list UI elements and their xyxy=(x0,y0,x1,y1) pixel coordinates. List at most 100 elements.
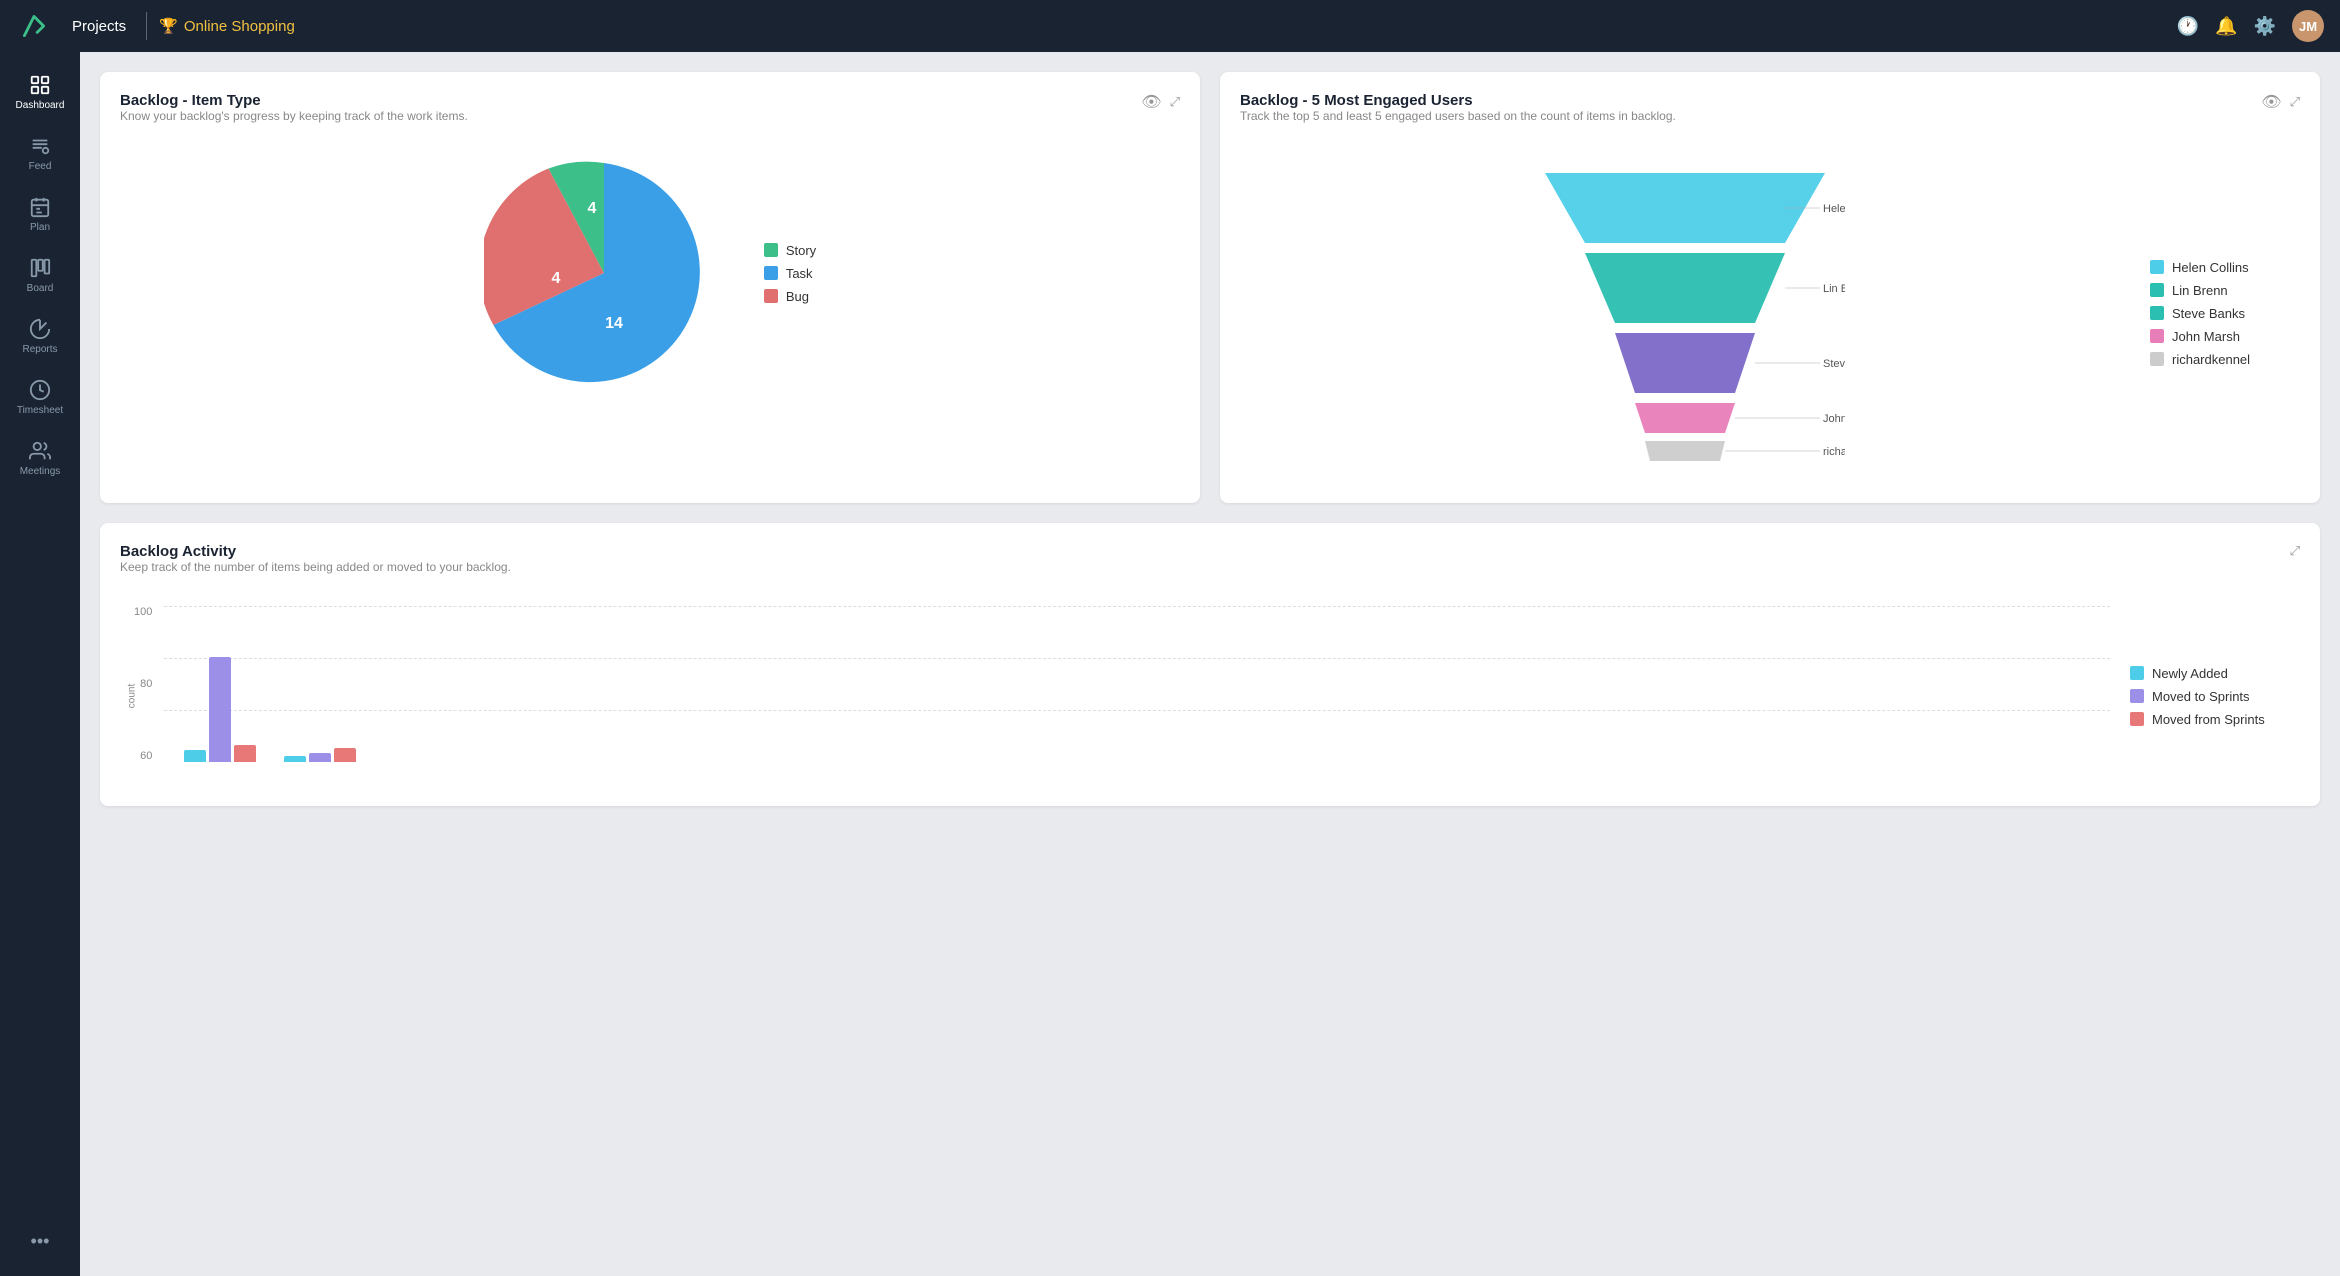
pie-legend: Story Task Bug xyxy=(764,243,816,304)
backlog-item-type-card: Backlog - Item Type Know your backlog's … xyxy=(100,72,1200,503)
card-actions-item-type: 👁 ⤢ xyxy=(1141,92,1180,112)
expand-icon[interactable]: ⤢ xyxy=(1170,94,1180,110)
main-layout: Dashboard Feed Plan Boa xyxy=(0,52,2340,1276)
svg-text:John Ma..: John Ma.. xyxy=(1823,413,1845,425)
john-color xyxy=(2150,329,2164,343)
sidebar-item-meetings[interactable]: Meetings xyxy=(0,430,80,487)
user-avatar[interactable]: JM xyxy=(2292,10,2324,42)
bell-icon[interactable]: 🔔 xyxy=(2215,16,2237,37)
card-actions-engaged: 👁 ⤢ xyxy=(2261,92,2300,112)
story-label: Story xyxy=(786,243,816,258)
pie-chart-container: 14 4 4 Story xyxy=(120,143,1180,403)
legend-story: Story xyxy=(764,243,816,258)
sidebar-feed-label: Feed xyxy=(29,161,52,172)
task-label: Task xyxy=(786,266,813,281)
moved-to-sprints-color xyxy=(2130,689,2144,703)
bar-chart-area: count 100 80 60 xyxy=(120,606,2110,786)
sidebar-item-timesheet[interactable]: Timesheet xyxy=(0,369,80,426)
projects-label[interactable]: Projects xyxy=(64,18,134,35)
project-icon: 🏆 xyxy=(159,17,178,35)
grid-area xyxy=(164,606,2110,762)
sidebar-item-feed[interactable]: Feed xyxy=(0,125,80,182)
sidebar-reports-label: Reports xyxy=(22,344,57,355)
sidebar-item-plan[interactable]: Plan xyxy=(0,186,80,243)
funnel-chart: Helen C.. Lin Brenn Steve B.. John Ma.. … xyxy=(1240,153,2130,473)
bar-newly-added-2 xyxy=(284,756,306,762)
sidebar-item-dashboard[interactable]: Dashboard xyxy=(0,64,80,121)
sidebar-meetings-label: Meetings xyxy=(20,466,61,477)
lin-color xyxy=(2150,283,2164,297)
y-label-80: 80 xyxy=(140,678,152,690)
clock-icon[interactable]: 🕐 xyxy=(2177,16,2199,37)
svg-text:Helen C..: Helen C.. xyxy=(1823,203,1845,215)
helen-name: Helen Collins xyxy=(2172,260,2249,275)
story-color xyxy=(764,243,778,257)
newly-added-label: Newly Added xyxy=(2152,666,2228,681)
legend-helen: Helen Collins xyxy=(2150,260,2300,275)
richard-color xyxy=(2150,352,2164,366)
sidebar-timesheet-label: Timesheet xyxy=(17,405,63,416)
bar-moved-from-sprints-2 xyxy=(334,748,356,762)
bar-moved-to-sprints-2 xyxy=(309,753,331,762)
bug-color xyxy=(764,289,778,303)
bar-newly-added-1 xyxy=(184,750,206,762)
moved-from-sprints-label: Moved from Sprints xyxy=(2152,712,2265,727)
bar-group-1 xyxy=(184,657,256,762)
moved-from-sprints-color xyxy=(2130,712,2144,726)
backlog-item-type-subtitle: Know your backlog's progress by keeping … xyxy=(120,109,468,123)
funnel-legend: Helen Collins Lin Brenn Steve Banks xyxy=(2150,260,2300,367)
expand-icon-3[interactable]: ⤢ xyxy=(2290,543,2300,559)
svg-text:Steve B..: Steve B.. xyxy=(1823,358,1845,370)
legend-steve: Steve Banks xyxy=(2150,306,2300,321)
eye-icon[interactable]: 👁 xyxy=(1141,92,1161,112)
legend-richard: richardkennel xyxy=(2150,352,2300,367)
y-label-60: 60 xyxy=(140,750,152,762)
legend-moved-from-sprints: Moved from Sprints xyxy=(2130,712,2300,727)
bar-moved-to-sprints-1 xyxy=(209,657,231,762)
backlog-activity-title: Backlog Activity xyxy=(120,543,511,560)
card-header-engaged: Backlog - 5 Most Engaged Users Track the… xyxy=(1240,92,2300,139)
nav-right-actions: 🕐 🔔 ⚙️ JM xyxy=(2177,10,2324,42)
card-actions-activity: ⤢ xyxy=(2290,543,2300,559)
backlog-activity-subtitle: Keep track of the number of items being … xyxy=(120,560,511,574)
legend-moved-to-sprints: Moved to Sprints xyxy=(2130,689,2300,704)
legend-john: John Marsh xyxy=(2150,329,2300,344)
sidebar-item-reports[interactable]: Reports xyxy=(0,308,80,365)
pie-chart: 14 4 4 xyxy=(484,153,724,393)
legend-newly-added: Newly Added xyxy=(2130,666,2300,681)
backlog-engaged-users-card: Backlog - 5 Most Engaged Users Track the… xyxy=(1220,72,2320,503)
richard-name: richardkennel xyxy=(2172,352,2250,367)
sidebar-item-board[interactable]: Board xyxy=(0,247,80,304)
lin-name: Lin Brenn xyxy=(2172,283,2228,298)
sidebar-dashboard-label: Dashboard xyxy=(16,100,65,111)
tools-icon[interactable]: ⚙️ xyxy=(2254,16,2276,37)
app-logo[interactable] xyxy=(16,8,52,44)
legend-bug: Bug xyxy=(764,289,816,304)
svg-text:4: 4 xyxy=(551,270,560,287)
bar-moved-from-sprints-1 xyxy=(234,745,256,762)
card-header-activity: Backlog Activity Keep track of the numbe… xyxy=(120,543,2300,590)
y-axis-labels: 100 80 60 xyxy=(134,606,152,762)
project-name[interactable]: 🏆 Online Shopping xyxy=(159,17,295,35)
sidebar-more-icon[interactable]: ••• xyxy=(19,1219,62,1264)
john-name: John Marsh xyxy=(2172,329,2240,344)
eye-icon-2[interactable]: 👁 xyxy=(2261,92,2281,112)
steve-name: Steve Banks xyxy=(2172,306,2245,321)
bug-label: Bug xyxy=(786,289,809,304)
funnel-chart-container: Helen C.. Lin Brenn Steve B.. John Ma.. … xyxy=(1240,143,2300,483)
engaged-users-title: Backlog - 5 Most Engaged Users xyxy=(1240,92,1676,109)
legend-lin: Lin Brenn xyxy=(2150,283,2300,298)
task-color xyxy=(764,266,778,280)
engaged-users-subtitle: Track the top 5 and least 5 engaged user… xyxy=(1240,109,1676,123)
bar-group-2 xyxy=(284,748,356,762)
newly-added-color xyxy=(2130,666,2144,680)
bar-chart-legend: Newly Added Moved to Sprints Moved from … xyxy=(2130,606,2300,786)
backlog-item-type-title: Backlog - Item Type xyxy=(120,92,468,109)
moved-to-sprints-label: Moved to Sprints xyxy=(2152,689,2250,704)
svg-text:4: 4 xyxy=(587,200,596,217)
svg-text:Lin Brenn: Lin Brenn xyxy=(1823,283,1845,295)
expand-icon-2[interactable]: ⤢ xyxy=(2290,94,2300,110)
svg-text:14: 14 xyxy=(605,315,623,332)
sidebar-board-label: Board xyxy=(27,283,54,294)
y-label-100: 100 xyxy=(134,606,152,618)
